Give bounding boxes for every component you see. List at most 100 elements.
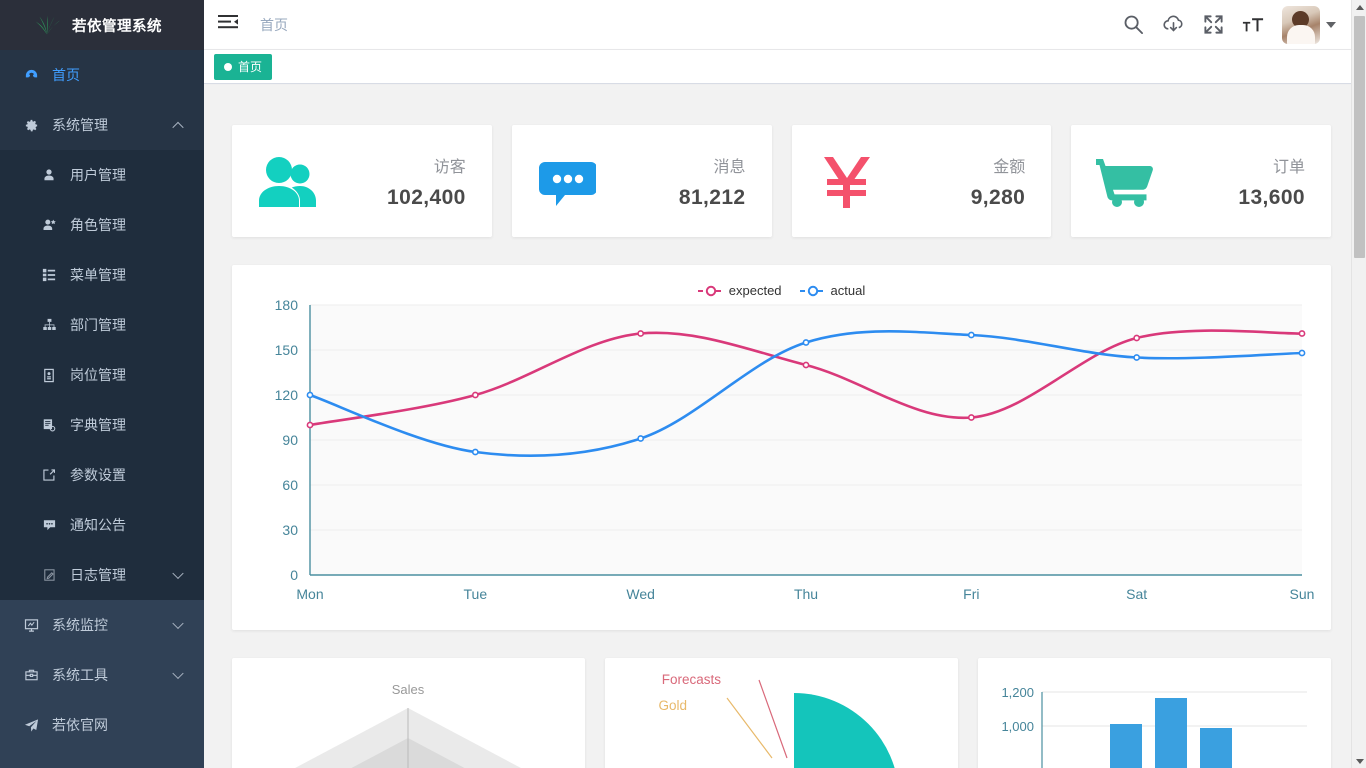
hamburger-collapse-icon[interactable]: [218, 13, 238, 36]
y-tick-label: 150: [275, 342, 299, 358]
page-scrollbar[interactable]: [1351, 0, 1366, 768]
sidebar-item-label: 岗位管理: [70, 367, 126, 383]
panel-card-visitors[interactable]: 访客 102,400: [232, 125, 492, 237]
sidebar-item-dict-management[interactable]: 字典管理: [0, 400, 204, 450]
x-tick-label: Fri: [963, 586, 979, 602]
sidebar-menu: 首页 系统管理 用户管理 角色管理 菜单管理 部门管理 岗位管理 字典管理 参数…: [0, 50, 204, 750]
data-point: [802, 361, 810, 369]
panel-card-messages[interactable]: 消息 81,212: [511, 125, 772, 237]
tag-label: 首页: [238, 60, 263, 74]
sidebar-item-label: 日志管理: [70, 567, 126, 583]
sidebar-item-label: 首页: [52, 67, 80, 83]
y-tick-label: 180: [275, 297, 299, 313]
panel-card-value: 9,280: [970, 185, 1026, 209]
tags-view: 首页: [204, 50, 1366, 84]
panel-card-label: 消息: [713, 158, 746, 176]
sidebar-item-log-management[interactable]: 日志管理: [0, 550, 204, 600]
main-content: 访客 102,400 消息 81,212 金额 9,280 订单 13,600 …: [204, 85, 1351, 768]
panel-card-amount[interactable]: 金额 9,280: [791, 125, 1052, 237]
log-edit-icon: [38, 566, 60, 584]
cloud-download-icon[interactable]: [1162, 14, 1185, 35]
data-point: [1133, 354, 1141, 361]
legend-item-expected[interactable]: expected: [697, 283, 782, 298]
panel-card-value: 13,600: [1238, 185, 1305, 209]
sidebar-item-label: 菜单管理: [70, 267, 126, 283]
search-icon[interactable]: [1123, 14, 1144, 35]
panel-card-orders[interactable]: 订单 13,600: [1071, 125, 1331, 237]
shopping-cart-icon: [1071, 153, 1181, 209]
legend-label: actual: [830, 283, 866, 298]
radar-label-sales: Sales: [392, 682, 425, 697]
leaf-logo-icon: [32, 13, 62, 37]
sidebar-item-post-management[interactable]: 岗位管理: [0, 350, 204, 400]
legend-marker-icon: [697, 285, 724, 296]
y-tick-label: 0: [290, 567, 298, 583]
scroll-up-button[interactable]: [1352, 0, 1366, 14]
radar-chart-card[interactable]: Sales Marketing Administration: [232, 658, 585, 768]
sidebar-item-menu-management[interactable]: 菜单管理: [0, 250, 204, 300]
data-point: [306, 391, 314, 399]
logo-bar[interactable]: 若依管理系统: [0, 0, 204, 50]
data-point: [306, 421, 314, 429]
y-tick-label: 60: [282, 477, 298, 493]
y-tick-label: 30: [282, 522, 298, 538]
x-tick-label: Thu: [794, 586, 818, 602]
sidebar-item-label: 系统管理: [52, 117, 108, 133]
sidebar-item-system-monitor[interactable]: 系统监控: [0, 600, 204, 650]
legend-item-actual[interactable]: actual: [799, 283, 866, 298]
sidebar-item-system-management[interactable]: 系统管理: [0, 100, 204, 150]
data-point: [967, 414, 975, 421]
breadcrumb[interactable]: 首页: [260, 15, 288, 35]
tree-org-icon: [38, 316, 60, 334]
sidebar-item-user-management[interactable]: 用户管理: [0, 150, 204, 200]
data-point: [1298, 330, 1306, 337]
post-badge-icon: [38, 366, 60, 384]
sidebar-item-label: 角色管理: [70, 217, 126, 233]
x-tick-label: Wed: [626, 586, 655, 602]
panel-card-text: 消息 81,212: [622, 153, 772, 210]
pie-chart-card[interactable]: Forecasts Gold Industries: [605, 658, 958, 768]
user-icon: [38, 166, 60, 184]
sidebar-item-param-settings[interactable]: 参数设置: [0, 450, 204, 500]
navbar: 首页: [204, 0, 1366, 50]
sidebar-item-home[interactable]: 首页: [0, 50, 204, 100]
people-icon: [232, 153, 342, 209]
active-dot-icon: [224, 62, 232, 71]
sidebar-item-label: 系统监控: [52, 617, 108, 633]
sidebar-item-system-tools[interactable]: 系统工具: [0, 650, 204, 700]
dictionary-book-icon: [38, 416, 60, 434]
app-root: 若依管理系统 首页 系统管理 用户管理 角色管理 菜单管理 部门管理 岗位管理 …: [0, 0, 1366, 768]
chevron-up-icon: [172, 121, 184, 134]
sidebar-item-label: 字典管理: [70, 417, 126, 433]
sidebar-item-label: 参数设置: [70, 467, 126, 483]
bar-chart-card[interactable]: 1,200 1,000: [978, 658, 1331, 768]
font-size-icon[interactable]: [1242, 15, 1264, 35]
chevron-down-icon: [172, 567, 184, 580]
bar-ytick-1200: 1,200: [1001, 685, 1034, 700]
panel-card-label: 访客: [433, 158, 466, 176]
legend-label: expected: [728, 283, 782, 298]
sidebar-item-role-management[interactable]: 角色管理: [0, 200, 204, 250]
x-tick-label: Sun: [1290, 586, 1315, 602]
tag-home[interactable]: 首页: [214, 53, 273, 80]
sidebar-submenu-system: 用户管理 角色管理 菜单管理 部门管理 岗位管理 字典管理 参数设置 通知公告 …: [0, 150, 204, 600]
pie-label-gold: Gold: [658, 698, 687, 713]
scroll-down-button[interactable]: [1352, 754, 1366, 768]
x-tick-label: Tue: [464, 586, 488, 602]
fullscreen-icon[interactable]: [1203, 14, 1224, 35]
sidebar-item-official-site[interactable]: 若依官网: [0, 700, 204, 750]
line-chart-canvas[interactable]: 0 30 60 90 120 150 180 Mon Tue Wed Thu Fri Sat Sun: [232, 265, 1331, 630]
bar-rect: [1200, 728, 1232, 768]
scrollbar-thumb[interactable]: [1354, 16, 1365, 258]
sidebar-item-dept-management[interactable]: 部门管理: [0, 300, 204, 350]
user-avatar-menu[interactable]: [1282, 5, 1336, 44]
chevron-up-icon: [1355, 4, 1364, 10]
data-point: [637, 330, 645, 337]
chevron-down-icon: [1326, 21, 1336, 28]
legend-marker-icon: [799, 285, 826, 296]
sidebar-item-notice[interactable]: 通知公告: [0, 500, 204, 550]
chevron-down-icon: [1355, 758, 1364, 764]
data-point: [802, 339, 810, 346]
menu-list-icon: [38, 266, 60, 284]
panel-card-value: 81,212: [678, 185, 746, 209]
